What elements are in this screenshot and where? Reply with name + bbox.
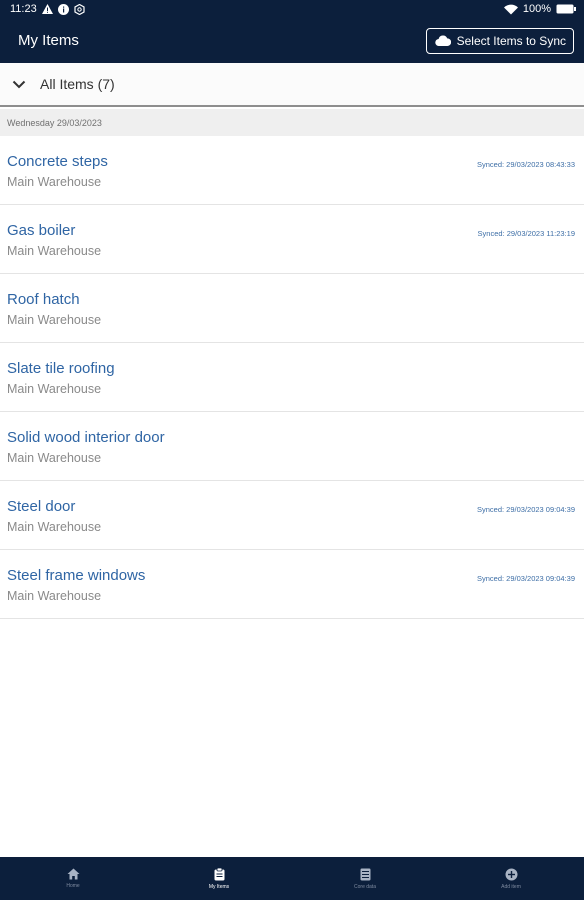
- warning-icon: [41, 4, 53, 14]
- list-item[interactable]: Concrete steps Main Warehouse Synced: 29…: [0, 136, 584, 205]
- select-items-to-sync-button[interactable]: Select Items to Sync: [425, 27, 574, 54]
- nav-add-item-label: Add item: [501, 883, 521, 890]
- item-synced-timestamp: Synced: 29/03/2023 11:23:19: [477, 229, 575, 238]
- status-bar: 11:23 100%: [0, 0, 584, 18]
- item-name: Roof hatch: [7, 291, 80, 308]
- add-icon: [505, 868, 517, 880]
- item-location: Main Warehouse: [7, 313, 102, 327]
- nav-home[interactable]: Home: [0, 857, 146, 900]
- item-location: Main Warehouse: [7, 175, 102, 189]
- list-item[interactable]: Steel frame windows Main Warehouse Synce…: [0, 550, 584, 619]
- filter-label: All Items (7): [40, 76, 115, 92]
- item-name: Steel door: [7, 498, 76, 515]
- item-location: Main Warehouse: [7, 520, 102, 534]
- app-bar: My Items Select Items to Sync: [0, 18, 584, 63]
- item-location: Main Warehouse: [7, 451, 102, 465]
- list-item[interactable]: Steel door Main Warehouse Synced: 29/03/…: [0, 481, 584, 550]
- item-location: Main Warehouse: [7, 589, 102, 603]
- list-item[interactable]: Roof hatch Main Warehouse: [0, 274, 584, 343]
- item-name: Gas boiler: [7, 222, 76, 239]
- item-name: Steel frame windows: [7, 567, 146, 584]
- date-group-header: Wednesday 29/03/2023: [0, 109, 584, 136]
- wifi-icon: [503, 4, 518, 15]
- nav-add-item[interactable]: Add item: [438, 857, 584, 900]
- battery-icon: [556, 4, 576, 14]
- item-location: Main Warehouse: [7, 244, 102, 258]
- battery-percent: 100%: [522, 3, 551, 15]
- my-items-screen: 11:23 100% My Items Select Items to Sync…: [0, 0, 584, 900]
- settings-icon: [74, 3, 85, 15]
- status-left: 11:23: [10, 3, 85, 15]
- info-icon: [57, 3, 69, 15]
- status-time: 11:23: [10, 3, 37, 15]
- list-item[interactable]: Slate tile roofing Main Warehouse: [0, 343, 584, 412]
- nav-core-data[interactable]: Core data: [292, 857, 438, 900]
- bottom-navigation: Home My Items Core data Add item: [0, 857, 584, 900]
- item-name: Slate tile roofing: [7, 360, 115, 377]
- date-header-text: Wednesday 29/03/2023: [7, 117, 102, 128]
- chevron-down-icon: [12, 80, 26, 88]
- sync-button-label: Select Items to Sync: [456, 33, 566, 48]
- nav-my-items-label: My Items: [208, 883, 230, 890]
- nav-core-data-label: Core data: [354, 883, 376, 890]
- nav-my-items[interactable]: My Items: [146, 857, 292, 900]
- item-synced-timestamp: Synced: 29/03/2023 09:04:39: [477, 574, 575, 583]
- list-item[interactable]: Solid wood interior door Main Warehouse: [0, 412, 584, 481]
- list-item[interactable]: Gas boiler Main Warehouse Synced: 29/03/…: [0, 205, 584, 274]
- status-right: 100%: [503, 3, 576, 15]
- item-list: Concrete steps Main Warehouse Synced: 29…: [0, 136, 584, 619]
- item-synced-timestamp: Synced: 29/03/2023 09:04:39: [477, 505, 575, 514]
- clipboard-icon: [214, 867, 224, 880]
- home-icon: [67, 868, 79, 880]
- database-icon: [360, 868, 370, 880]
- cloud-icon: [434, 35, 451, 46]
- item-name: Solid wood interior door: [7, 429, 165, 446]
- item-name: Concrete steps: [7, 153, 108, 170]
- nav-home-label: Home: [66, 883, 80, 889]
- all-items-dropdown[interactable]: All Items (7): [0, 63, 584, 107]
- item-location: Main Warehouse: [7, 382, 102, 396]
- item-synced-timestamp: Synced: 29/03/2023 08:43:33: [477, 160, 575, 169]
- page-title: My Items: [18, 32, 79, 49]
